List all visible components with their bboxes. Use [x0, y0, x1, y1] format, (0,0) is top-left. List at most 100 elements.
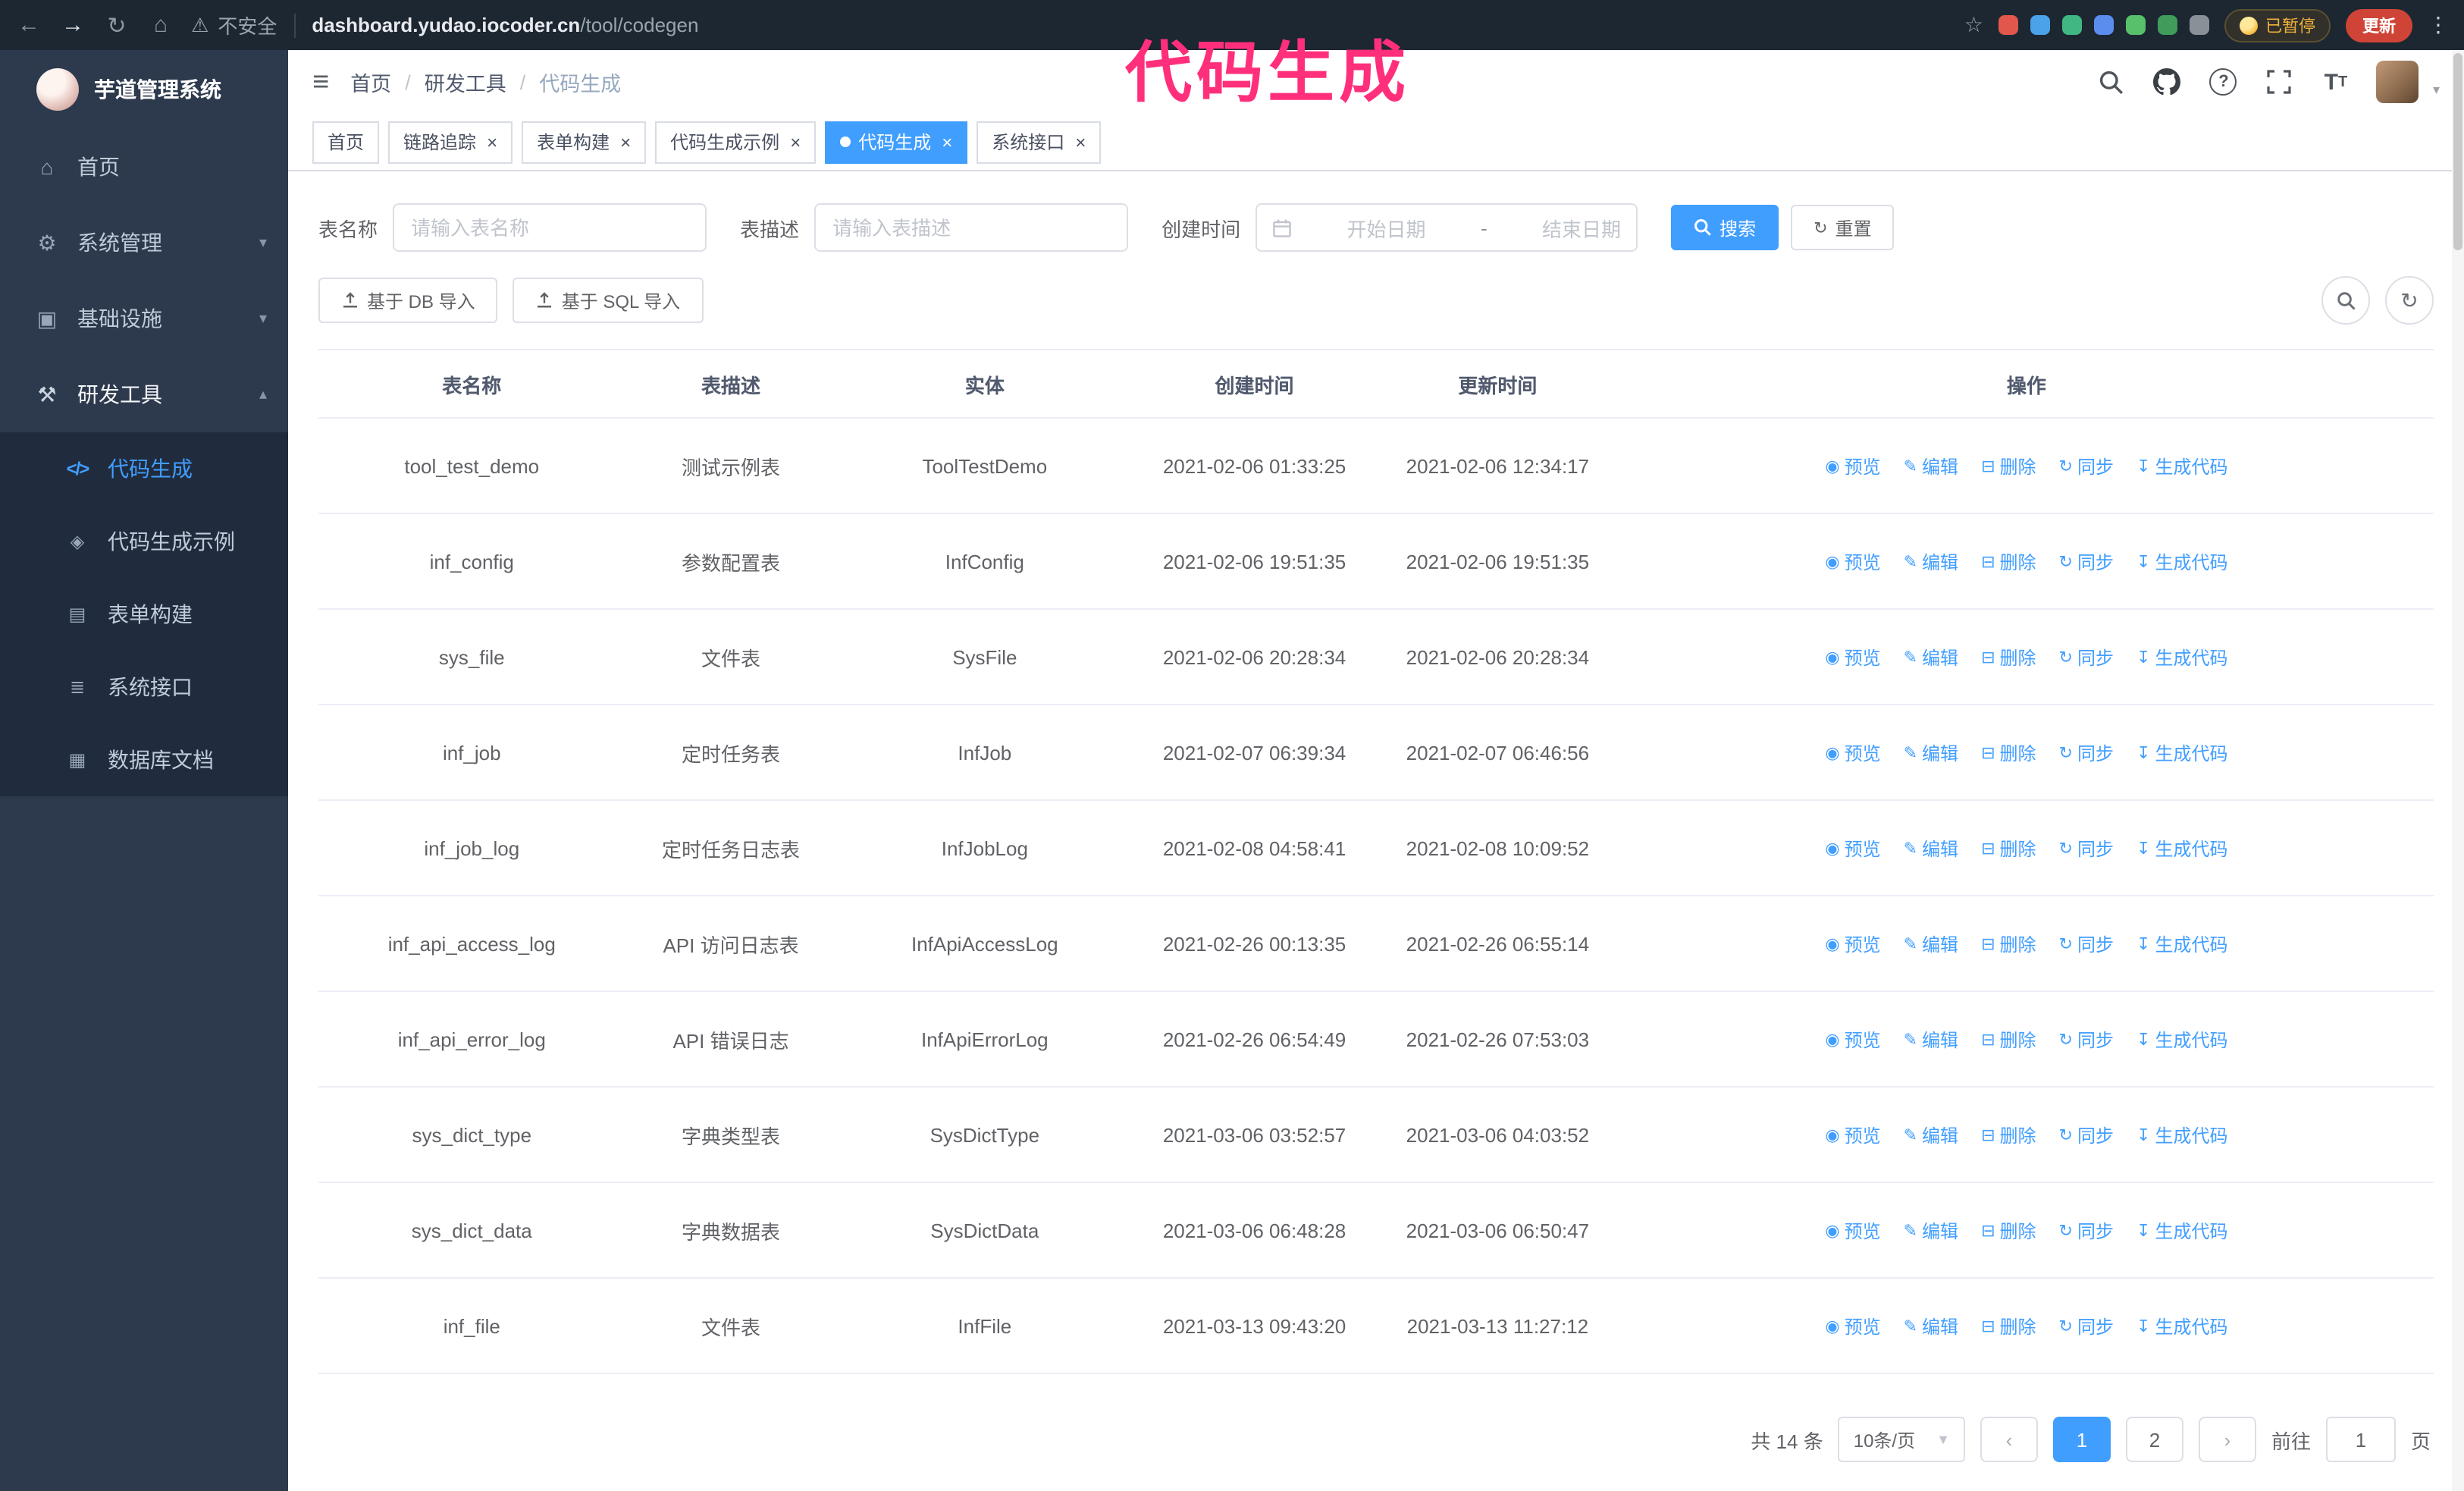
import-db-button[interactable]: 基于 DB 导入: [318, 278, 498, 323]
preview-link[interactable]: ◉ 预览: [1825, 931, 1880, 956]
bookmark-star-icon[interactable]: ☆: [1964, 12, 1983, 38]
generate-code-link[interactable]: ↧ 生成代码: [2136, 644, 2227, 670]
generate-code-link[interactable]: ↧ 生成代码: [2136, 1217, 2227, 1243]
generate-code-link[interactable]: ↧ 生成代码: [2136, 739, 2227, 765]
generate-code-link[interactable]: ↧ 生成代码: [2136, 931, 2227, 956]
close-icon[interactable]: ×: [620, 133, 631, 151]
extension-battery-icon[interactable]: [2126, 15, 2146, 35]
delete-link[interactable]: ⊟ 删除: [1981, 548, 2036, 574]
preview-link[interactable]: ◉ 预览: [1825, 548, 1880, 574]
generate-code-link[interactable]: ↧ 生成代码: [2136, 548, 2227, 574]
sidebar-item-home[interactable]: ⌂ 首页: [0, 129, 288, 205]
sidebar-item-devtools[interactable]: ⚒ 研发工具 ▴: [0, 356, 288, 432]
edit-link[interactable]: ✎ 编辑: [1904, 1026, 1958, 1052]
browser-menu-icon[interactable]: ⋮: [2428, 12, 2449, 38]
sidebar-item-form-build[interactable]: ▤ 表单构建: [0, 578, 288, 651]
sync-link[interactable]: ↻ 同步: [2059, 1313, 2114, 1339]
security-indicator[interactable]: ⚠ 不安全: [191, 11, 277, 39]
paused-badge[interactable]: 已暂停: [2224, 8, 2331, 42]
avatar-caret-icon[interactable]: ▾: [2433, 82, 2440, 103]
date-range-picker[interactable]: 开始日期 - 结束日期: [1256, 203, 1638, 252]
page-button-1[interactable]: 1: [2052, 1417, 2111, 1462]
sync-link[interactable]: ↻ 同步: [2059, 1026, 2114, 1052]
scrollbar-thumb[interactable]: [2453, 53, 2462, 250]
sync-link[interactable]: ↻ 同步: [2059, 453, 2114, 479]
prev-page-button[interactable]: ‹: [1980, 1417, 2038, 1462]
address-bar[interactable]: dashboard.yudao.iocoder.cn/tool/codegen: [312, 14, 698, 36]
preview-link[interactable]: ◉ 预览: [1825, 835, 1880, 861]
sync-link[interactable]: ↻ 同步: [2059, 739, 2114, 765]
tab-系统接口[interactable]: 系统接口 ×: [977, 121, 1102, 163]
sync-link[interactable]: ↻ 同步: [2059, 931, 2114, 956]
sidebar-item-codegen[interactable]: </> 代码生成: [0, 432, 288, 505]
delete-link[interactable]: ⊟ 删除: [1981, 1217, 2036, 1243]
table-name-input[interactable]: [393, 203, 707, 252]
edit-link[interactable]: ✎ 编辑: [1904, 931, 1958, 956]
help-icon[interactable]: ?: [2209, 67, 2239, 97]
close-icon[interactable]: ×: [942, 133, 952, 151]
extension-leaf-icon[interactable]: [2158, 15, 2177, 35]
reload-icon[interactable]: ↻: [103, 11, 130, 39]
generate-code-link[interactable]: ↧ 生成代码: [2136, 1122, 2227, 1147]
goto-page-input[interactable]: [2325, 1417, 2396, 1462]
page-button-2[interactable]: 2: [2125, 1417, 2183, 1462]
forward-icon[interactable]: →: [59, 12, 86, 38]
preview-link[interactable]: ◉ 预览: [1825, 1026, 1880, 1052]
tab-代码生成[interactable]: 代码生成 ×: [825, 121, 968, 163]
delete-link[interactable]: ⊟ 删除: [1981, 453, 2036, 479]
tab-代码生成示例[interactable]: 代码生成示例 ×: [655, 121, 817, 163]
delete-link[interactable]: ⊟ 删除: [1981, 1122, 2036, 1147]
page-size-select[interactable]: 10条/页 ▼: [1838, 1417, 1965, 1462]
sidebar-item-api[interactable]: ≣ 系统接口: [0, 651, 288, 724]
extension-users-icon[interactable]: [2094, 15, 2114, 35]
edit-link[interactable]: ✎ 编辑: [1904, 1313, 1958, 1339]
sidebar-toggle-icon[interactable]: ≡: [312, 67, 329, 96]
delete-link[interactable]: ⊟ 删除: [1981, 1313, 2036, 1339]
fullscreen-icon[interactable]: [2265, 67, 2295, 97]
sidebar-item-db-doc[interactable]: ▦ 数据库文档: [0, 724, 288, 796]
sidebar-item-infra[interactable]: ▣ 基础设施 ▾: [0, 281, 288, 356]
breadcrumb-item[interactable]: 研发工具: [425, 67, 506, 97]
delete-link[interactable]: ⊟ 删除: [1981, 644, 2036, 670]
preview-link[interactable]: ◉ 预览: [1825, 1122, 1880, 1147]
next-page-button[interactable]: ›: [2198, 1417, 2256, 1462]
update-button[interactable]: 更新: [2346, 8, 2412, 42]
edit-link[interactable]: ✎ 编辑: [1904, 453, 1958, 479]
github-icon[interactable]: [2152, 67, 2183, 97]
import-sql-button[interactable]: 基于 SQL 导入: [513, 278, 704, 323]
preview-link[interactable]: ◉ 预览: [1825, 1217, 1880, 1243]
generate-code-link[interactable]: ↧ 生成代码: [2136, 1313, 2227, 1339]
extension-paw-icon[interactable]: [1998, 15, 2018, 35]
preview-link[interactable]: ◉ 预览: [1825, 739, 1880, 765]
toggle-search-button[interactable]: [2321, 276, 2370, 325]
edit-link[interactable]: ✎ 编辑: [1904, 739, 1958, 765]
sidebar-item-system[interactable]: ⚙ 系统管理 ▾: [0, 205, 288, 281]
sync-link[interactable]: ↻ 同步: [2059, 1122, 2114, 1147]
scrollbar[interactable]: [2452, 50, 2464, 1491]
generate-code-link[interactable]: ↧ 生成代码: [2136, 453, 2227, 479]
reset-button[interactable]: ↻ 重置: [1791, 205, 1895, 250]
edit-link[interactable]: ✎ 编辑: [1904, 644, 1958, 670]
delete-link[interactable]: ⊟ 删除: [1981, 1026, 2036, 1052]
back-icon[interactable]: ←: [15, 12, 42, 38]
tab-表单构建[interactable]: 表单构建 ×: [522, 121, 647, 163]
tab-首页[interactable]: 首页: [312, 121, 380, 163]
close-icon[interactable]: ×: [1075, 133, 1086, 151]
delete-link[interactable]: ⊟ 删除: [1981, 739, 2036, 765]
edit-link[interactable]: ✎ 编辑: [1904, 1122, 1958, 1147]
user-avatar[interactable]: [2376, 61, 2419, 103]
extension-puzzle-icon[interactable]: [2190, 15, 2209, 35]
preview-link[interactable]: ◉ 预览: [1825, 453, 1880, 479]
font-size-icon[interactable]: TT: [2321, 67, 2351, 97]
table-desc-input[interactable]: [814, 203, 1129, 252]
breadcrumb-item[interactable]: 首页: [350, 67, 391, 97]
extension-drop-icon[interactable]: [2030, 15, 2050, 35]
search-icon[interactable]: [2096, 67, 2127, 97]
generate-code-link[interactable]: ↧ 生成代码: [2136, 835, 2227, 861]
delete-link[interactable]: ⊟ 删除: [1981, 931, 2036, 956]
edit-link[interactable]: ✎ 编辑: [1904, 548, 1958, 574]
refresh-button[interactable]: ↻: [2385, 276, 2434, 325]
sync-link[interactable]: ↻ 同步: [2059, 548, 2114, 574]
preview-link[interactable]: ◉ 预览: [1825, 644, 1880, 670]
edit-link[interactable]: ✎ 编辑: [1904, 1217, 1958, 1243]
